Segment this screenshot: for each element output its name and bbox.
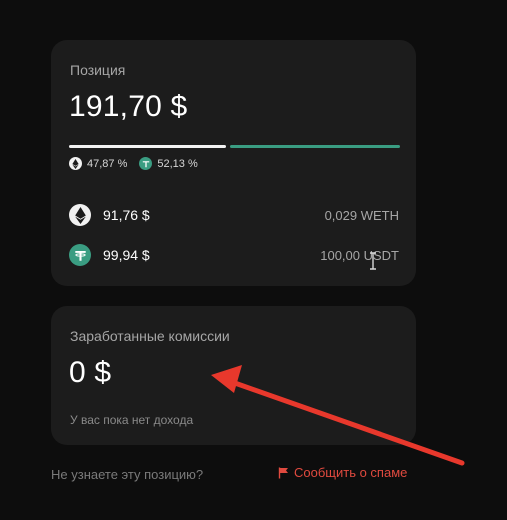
unknown-position-text: Не узнаете эту позицию?: [51, 467, 203, 482]
eth-icon: [69, 204, 91, 226]
report-spam-link[interactable]: Сообщить о спаме: [278, 465, 407, 480]
usdt-icon: [69, 244, 91, 266]
usdt-share-bar: [230, 145, 400, 148]
eth-share-item: 47,87 %: [69, 157, 127, 170]
usdt-quantity: 100,00 USDT: [320, 248, 399, 263]
usdt-icon: [139, 157, 152, 170]
eth-quantity: 0,029 WETH: [325, 208, 399, 223]
fees-title: Заработанные комиссии: [70, 328, 230, 344]
position-total-value: 191,70 $: [69, 90, 187, 124]
share-percent-row: 47,87 % 52,13 %: [69, 157, 210, 170]
usdt-share-label: 52,13 %: [157, 158, 197, 170]
asset-row-eth: 91,76 $ 0,029 WETH: [69, 203, 399, 227]
position-title: Позиция: [70, 62, 125, 78]
usdt-usd-value: 99,94 $: [103, 247, 150, 263]
position-card: Позиция 191,70 $ 47,87 % 52,13 % 91,76 $…: [51, 40, 416, 286]
fees-subtitle: У вас пока нет дохода: [70, 413, 193, 427]
fees-value: 0 $: [69, 356, 111, 390]
asset-row-usdt: 99,94 $ 100,00 USDT: [69, 243, 399, 267]
eth-icon: [69, 157, 82, 170]
usdt-share-item: 52,13 %: [139, 157, 197, 170]
eth-share-bar: [69, 145, 226, 148]
text-cursor-icon: [369, 252, 377, 275]
eth-share-label: 47,87 %: [87, 158, 127, 170]
report-spam-label: Сообщить о спаме: [294, 465, 407, 480]
earned-fees-card: Заработанные комиссии 0 $ У вас пока нет…: [51, 306, 416, 445]
flag-icon: [278, 467, 289, 479]
eth-usd-value: 91,76 $: [103, 207, 150, 223]
